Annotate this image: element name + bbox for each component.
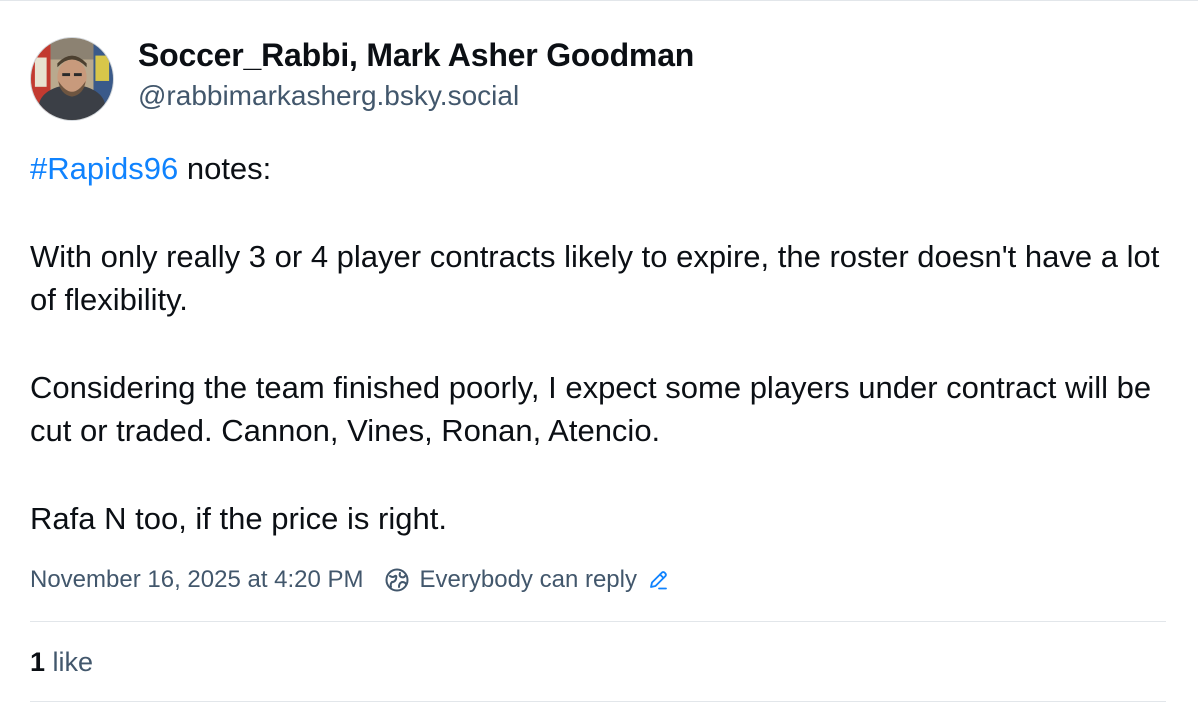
author-handle[interactable]: @rabbimarkasherg.bsky.social — [138, 76, 694, 116]
divider — [30, 701, 1166, 702]
author-names: Soccer_Rabbi, Mark Asher Goodman @rabbim… — [138, 34, 694, 116]
post-first-line-text: notes: — [178, 151, 272, 186]
post-author-row: Soccer_Rabbi, Mark Asher Goodman @rabbim… — [30, 37, 694, 121]
reply-setting-label: Everybody can reply — [419, 566, 637, 593]
post-paragraph-1: With only really 3 or 4 player contracts… — [30, 238, 1160, 318]
likes-count: 1 — [30, 647, 46, 677]
post-timestamp[interactable]: November 16, 2025 at 4:20 PM — [30, 563, 364, 597]
hashtag-link[interactable]: #Rapids96 — [30, 151, 178, 186]
avatar[interactable] — [30, 37, 114, 121]
likes-count-link[interactable]: 1 like — [30, 643, 93, 681]
post-paragraph-3: Rafa N too, if the price is right. — [30, 500, 447, 536]
globe-icon — [384, 567, 410, 593]
post-paragraph-2: Considering the team finished poorly, I … — [30, 369, 1152, 449]
post-text: #Rapids96 notes: With only really 3 or 4… — [30, 147, 1160, 540]
post-first-line: #Rapids96 notes: — [30, 147, 1160, 191]
post-thread-view: Soccer_Rabbi, Mark Asher Goodman @rabbim… — [0, 0, 1198, 706]
pencil-icon[interactable] — [647, 569, 669, 591]
avatar-image — [31, 38, 113, 120]
likes-label: like — [45, 647, 94, 677]
author-display-name[interactable]: Soccer_Rabbi, Mark Asher Goodman — [138, 34, 694, 76]
post-meta-row: November 16, 2025 at 4:20 PM Everybody c… — [30, 563, 669, 597]
divider — [30, 621, 1166, 622]
reply-setting-button[interactable]: Everybody can reply — [384, 563, 669, 597]
